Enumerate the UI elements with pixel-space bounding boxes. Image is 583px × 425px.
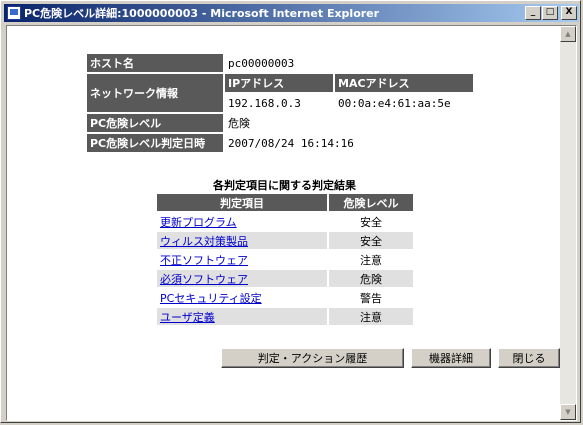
table-row: 必須ソフトウェア 危険 bbox=[157, 270, 413, 287]
risk-date-value: 2007/08/24 16:14:16 bbox=[225, 134, 473, 152]
table-row: ウィルス対策製品 安全 bbox=[157, 232, 413, 249]
results-table: 判定項目 危険レベル 更新プログラム 安全 ウィルス対策製品 安全 不正ソフトウ… bbox=[155, 192, 415, 327]
host-info-table: ホスト名 pc00000003 ネットワーク情報 IPアドレス MACアドレス … bbox=[85, 52, 475, 154]
ip-address-header: IPアドレス bbox=[225, 74, 333, 92]
browser-window: PC危険レベル詳細:1000000003 - Microsoft Interne… bbox=[0, 0, 581, 423]
vertical-scrollbar[interactable]: ▲ ▼ bbox=[560, 26, 576, 420]
history-button[interactable]: 判定・アクション履歴 bbox=[221, 348, 404, 368]
item-link-antivirus[interactable]: ウィルス対策製品 bbox=[160, 235, 248, 248]
mac-address-value: 00:0a:e4:61:aa:5e bbox=[335, 94, 473, 112]
scroll-down-icon[interactable]: ▼ bbox=[560, 404, 576, 420]
risk-date-label: PC危険レベル判定日時 bbox=[87, 134, 223, 152]
level-cell: 危険 bbox=[329, 270, 413, 287]
pc-risk-level-value: 危険 bbox=[225, 114, 473, 132]
level-cell: 安全 bbox=[329, 232, 413, 249]
level-cell: 安全 bbox=[329, 213, 413, 230]
scroll-up-icon[interactable]: ▲ bbox=[560, 26, 576, 42]
host-name-value: pc00000003 bbox=[225, 54, 473, 72]
action-buttons: 判定・アクション履歴 機器詳細 閉じる bbox=[221, 348, 567, 368]
table-row: 不正ソフトウェア 注意 bbox=[157, 251, 413, 268]
table-row: ユーザ定義 注意 bbox=[157, 308, 413, 325]
item-link-update-program[interactable]: 更新プログラム bbox=[160, 216, 237, 229]
level-column-header: 危険レベル bbox=[329, 194, 413, 211]
close-window-button[interactable]: X bbox=[561, 6, 577, 20]
page-content: ホスト名 pc00000003 ネットワーク情報 IPアドレス MACアドレス … bbox=[6, 25, 577, 421]
level-cell: 警告 bbox=[329, 289, 413, 306]
maximize-button[interactable]: □ bbox=[542, 6, 558, 20]
item-link-illegal-software[interactable]: 不正ソフトウェア bbox=[160, 254, 248, 267]
network-info-label: ネットワーク情報 bbox=[87, 74, 223, 112]
item-link-pc-security[interactable]: PCセキュリティ設定 bbox=[160, 292, 262, 305]
ie-page-icon bbox=[7, 6, 21, 20]
item-column-header: 判定項目 bbox=[157, 194, 327, 211]
table-row: PCセキュリティ設定 警告 bbox=[157, 289, 413, 306]
results-title: 各判定項目に関する判定結果 bbox=[213, 179, 356, 192]
title-bar[interactable]: PC危険レベル詳細:1000000003 - Microsoft Interne… bbox=[4, 4, 579, 22]
ip-address-value: 192.168.0.3 bbox=[225, 94, 333, 112]
host-name-label: ホスト名 bbox=[87, 54, 223, 72]
minimize-button[interactable]: _ bbox=[525, 6, 541, 20]
close-button[interactable]: 閉じる bbox=[498, 348, 560, 368]
item-link-required-software[interactable]: 必須ソフトウェア bbox=[160, 273, 248, 286]
mac-address-header: MACアドレス bbox=[335, 74, 473, 92]
item-link-user-defined[interactable]: ユーザ定義 bbox=[160, 311, 215, 324]
device-detail-button[interactable]: 機器詳細 bbox=[411, 348, 491, 368]
pc-risk-level-label: PC危険レベル bbox=[87, 114, 223, 132]
table-row: 更新プログラム 安全 bbox=[157, 213, 413, 230]
level-cell: 注意 bbox=[329, 251, 413, 268]
level-cell: 注意 bbox=[329, 308, 413, 325]
window-title: PC危険レベル詳細:1000000003 - Microsoft Interne… bbox=[24, 7, 380, 20]
